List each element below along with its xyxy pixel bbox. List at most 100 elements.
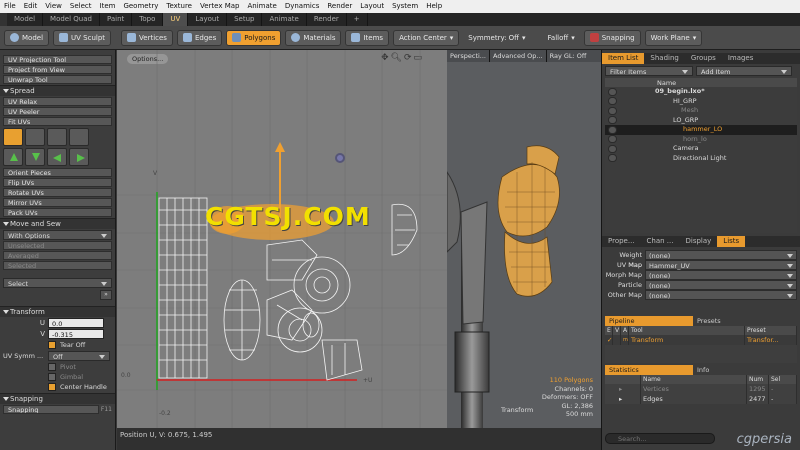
- snapping-panel-button[interactable]: Snapping: [3, 405, 99, 414]
- symmetry-dropdown[interactable]: Symmetry: Off ▾: [463, 30, 530, 46]
- uv-relax-button[interactable]: UV Relax: [3, 97, 112, 106]
- model-button[interactable]: Model: [4, 29, 50, 46]
- falloff-dropdown[interactable]: Falloff ▾: [543, 30, 580, 46]
- expand-arrows-icon[interactable]: »: [100, 290, 112, 300]
- uv-peeler-button[interactable]: UV Peeler: [3, 107, 112, 116]
- tab-lists[interactable]: Lists: [717, 236, 746, 247]
- uv-viewport[interactable]: Options... ✥🔍︎⟳▭ V +U 0.0 -0.2 CGTSJ.COM: [117, 50, 447, 438]
- uv-box-tool-icon[interactable]: [69, 128, 89, 146]
- uv-rotate-tool-icon[interactable]: [25, 128, 45, 146]
- menu-item[interactable]: Item: [96, 0, 120, 13]
- center-handle-checkbox[interactable]: Center Handle: [48, 383, 112, 391]
- fit-uvs-button[interactable]: Fit UVs: [3, 117, 112, 126]
- tree-row-mesh[interactable]: Mesh: [605, 106, 797, 116]
- eye-icon[interactable]: [608, 135, 617, 144]
- rotate-uvs-button[interactable]: Rotate UVs: [3, 188, 112, 197]
- vertices-button[interactable]: Vertices: [121, 29, 173, 46]
- snapping-button[interactable]: Snapping: [583, 29, 641, 46]
- pipeline-tab[interactable]: Pipeline: [605, 316, 693, 326]
- menu-animate[interactable]: Animate: [243, 0, 280, 13]
- menu-edit[interactable]: Edit: [20, 0, 42, 13]
- weight-map-dropdown[interactable]: (none): [645, 250, 797, 260]
- eye-icon[interactable]: [608, 154, 617, 163]
- tab-advanced-options[interactable]: Advanced Op...: [490, 50, 547, 62]
- command-search-input[interactable]: [606, 434, 714, 443]
- particle-dropdown[interactable]: (none): [645, 280, 797, 290]
- tree-row-lo-grp[interactable]: LO_GRP: [605, 116, 797, 126]
- menu-select[interactable]: Select: [66, 0, 96, 13]
- tab-channels[interactable]: Chan ...: [641, 236, 680, 247]
- tree-row-hammer-lo[interactable]: hammer_LO: [605, 125, 797, 135]
- uv-projection-tool-button[interactable]: UV Projection Tool: [3, 55, 112, 64]
- arrow-down-icon[interactable]: [25, 148, 45, 166]
- menu-file[interactable]: File: [0, 0, 20, 13]
- tab-groups[interactable]: Groups: [685, 53, 722, 64]
- flip-uvs-button[interactable]: Flip UVs: [3, 178, 112, 187]
- tab-paint[interactable]: Paint: [100, 13, 133, 26]
- tree-row-horn-lo[interactable]: horn_lo: [605, 135, 797, 145]
- pipeline-row-transform[interactable]: ✓ m Transform Transfor...: [605, 335, 797, 345]
- tab-shading[interactable]: Shading: [644, 53, 684, 64]
- tab-animate[interactable]: Animate: [262, 13, 307, 26]
- eye-icon[interactable]: [608, 125, 617, 134]
- tree-row-camera[interactable]: Camera: [605, 144, 797, 154]
- menu-geometry[interactable]: Geometry: [119, 0, 162, 13]
- orient-pieces-button[interactable]: Orient Pieces: [3, 168, 112, 177]
- spread-section-header[interactable]: Spread: [0, 85, 115, 96]
- uv-scale-tool-icon[interactable]: [47, 128, 67, 146]
- select-dropdown[interactable]: Select: [3, 278, 112, 288]
- expand-icon[interactable]: ▸: [605, 384, 641, 394]
- stat-row-edges[interactable]: ▸ Edges 2477 -: [605, 394, 797, 404]
- polygons-button[interactable]: Polygons: [226, 29, 282, 46]
- presets-tab[interactable]: Presets: [693, 316, 725, 326]
- menu-dynamics[interactable]: Dynamics: [281, 0, 324, 13]
- transform-section-header[interactable]: Transform: [0, 306, 115, 317]
- menu-view[interactable]: View: [41, 0, 66, 13]
- info-tab[interactable]: Info: [693, 365, 713, 375]
- eye-icon[interactable]: [608, 106, 617, 115]
- menu-render[interactable]: Render: [323, 0, 356, 13]
- arrow-left-icon[interactable]: [47, 148, 67, 166]
- unwrap-tool-button[interactable]: Unwrap Tool: [3, 75, 112, 84]
- materials-button[interactable]: Materials: [285, 29, 342, 46]
- tab-layout[interactable]: Layout: [188, 13, 228, 26]
- tab-properties[interactable]: Prope...: [602, 236, 641, 247]
- arrow-right-icon[interactable]: [69, 148, 89, 166]
- command-search[interactable]: [605, 433, 715, 444]
- uv-symm-dropdown[interactable]: Off: [48, 351, 110, 361]
- pack-uvs-button[interactable]: Pack UVs: [3, 208, 112, 217]
- uv-sculpt-button[interactable]: UV Sculpt: [53, 29, 112, 46]
- arrow-up-icon[interactable]: [3, 148, 23, 166]
- v-value-field[interactable]: -0.315: [48, 329, 104, 339]
- tab-add[interactable]: +: [347, 13, 368, 26]
- uv-map-dropdown[interactable]: Hammer_UV: [645, 260, 797, 270]
- stat-row-vertices[interactable]: ▸ Vertices 1295 -: [605, 384, 797, 394]
- menu-vertex-map[interactable]: Vertex Map: [196, 0, 244, 13]
- statistics-tab[interactable]: Statistics: [605, 365, 693, 375]
- other-map-dropdown[interactable]: (none): [645, 290, 797, 300]
- tab-topo[interactable]: Topo: [132, 13, 164, 26]
- mirror-uvs-button[interactable]: Mirror UVs: [3, 198, 112, 207]
- menu-texture[interactable]: Texture: [162, 0, 196, 13]
- eye-icon[interactable]: [608, 116, 617, 125]
- eye-icon[interactable]: [608, 97, 617, 106]
- tab-display[interactable]: Display: [679, 236, 717, 247]
- menu-help[interactable]: Help: [422, 0, 446, 13]
- perspective-viewport[interactable]: Perspecti... Advanced Op... Ray GL: Off …: [447, 50, 601, 438]
- tab-ray-gl[interactable]: Ray GL: Off: [547, 50, 590, 62]
- with-options-dropdown[interactable]: With Options: [3, 230, 112, 240]
- tree-row-hi-grp[interactable]: HI_GRP: [605, 97, 797, 107]
- tab-images[interactable]: Images: [722, 53, 760, 64]
- move-and-sew-header[interactable]: Move and Sew: [0, 218, 115, 229]
- tab-setup[interactable]: Setup: [227, 13, 263, 26]
- work-plane-button[interactable]: Work Plane ▾: [644, 29, 703, 46]
- eye-icon[interactable]: [608, 144, 617, 153]
- items-button[interactable]: Items: [345, 29, 390, 46]
- expand-icon[interactable]: ▸: [605, 394, 641, 404]
- menu-layout[interactable]: Layout: [356, 0, 388, 13]
- tab-item-list[interactable]: Item List: [602, 53, 645, 64]
- tab-model-quad[interactable]: Model Quad: [43, 13, 100, 26]
- action-center-dropdown[interactable]: Action Center ▾: [393, 29, 460, 46]
- filter-items-dropdown[interactable]: Filter Items: [605, 66, 693, 76]
- snapping-section-header[interactable]: Snapping: [0, 393, 115, 404]
